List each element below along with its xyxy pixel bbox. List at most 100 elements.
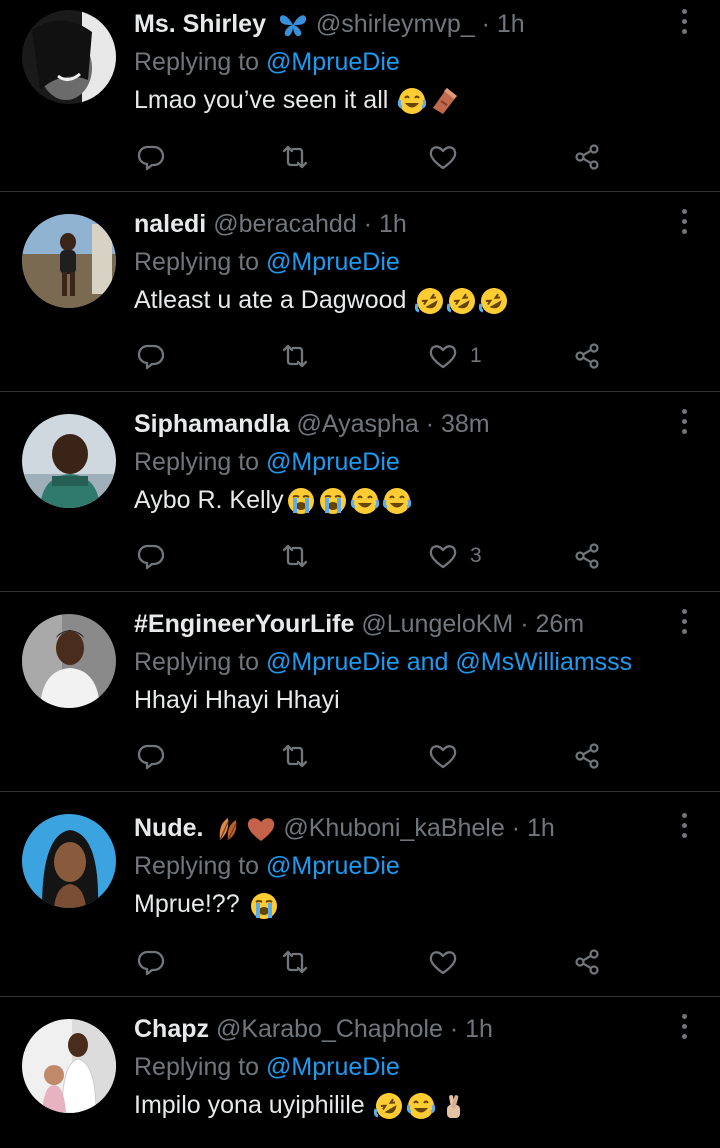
tweet[interactable]: Ms. Shirley @shirleymvp_ · 1h Replying t… [0, 0, 720, 192]
share-button[interactable] [572, 140, 602, 174]
display-name[interactable]: #EngineerYourLife [134, 610, 354, 638]
reply-button[interactable] [136, 539, 166, 573]
separator-dot: · [449, 1015, 459, 1043]
more-icon-dot [681, 822, 687, 828]
share-icon [575, 343, 599, 369]
tweet-actions: 3 [134, 539, 614, 573]
reply-button[interactable] [136, 140, 166, 174]
tweet-text-body: Atleast u ate a Dagwood [134, 286, 407, 314]
mention-link[interactable]: @MsWilliamsss [455, 648, 632, 676]
timestamp[interactable]: 1h [379, 210, 407, 238]
more-icon-dot [681, 418, 687, 424]
replying-to: Replying to @MprueDie [134, 446, 670, 478]
retweet-icon [282, 744, 308, 768]
retweet-icon [282, 544, 308, 568]
display-name[interactable]: Siphamandla [134, 410, 290, 438]
more-options-button[interactable] [676, 1011, 692, 1041]
retweet-button[interactable] [280, 739, 310, 773]
retweet-button[interactable] [280, 339, 310, 373]
more-options-button[interactable] [676, 6, 692, 36]
tweet-header: #EngineerYourLife @LungeloKM · 26m [134, 608, 670, 640]
rofl-emoji-icon [447, 286, 477, 316]
display-name[interactable]: Chapz [134, 1015, 209, 1043]
timestamp[interactable]: 26m [535, 610, 584, 638]
avatar[interactable] [22, 414, 116, 508]
mention-link[interactable]: @MprueDie [266, 1053, 400, 1081]
reply-icon [137, 344, 165, 370]
user-handle[interactable]: @Khuboni_kaBhele [283, 814, 504, 842]
tweet-text: Aybo R. Kelly [134, 483, 670, 517]
sob-emoji-icon [286, 486, 316, 516]
mention-link[interactable]: @MprueDie [266, 248, 400, 276]
retweet-button[interactable] [280, 945, 310, 979]
more-options-button[interactable] [676, 810, 692, 840]
separator-dot: · [520, 610, 529, 638]
retweet-button[interactable] [280, 539, 310, 573]
timestamp[interactable]: 38m [441, 410, 490, 438]
coffin-emoji-icon [429, 86, 459, 116]
avatar[interactable] [22, 1019, 116, 1113]
tweet-actions [134, 945, 614, 979]
like-button[interactable] [428, 140, 470, 174]
replying-to: Replying to @MprueDie [134, 46, 670, 78]
more-icon-dot [681, 832, 687, 838]
more-options-button[interactable] [676, 206, 692, 236]
user-handle[interactable]: @beracahdd [213, 210, 357, 238]
like-button[interactable] [428, 739, 470, 773]
user-handle[interactable]: @Ayaspha [297, 410, 419, 438]
replying-to: Replying to @MprueDie and @MsWilliamsss [134, 646, 670, 678]
avatar[interactable] [22, 814, 116, 908]
display-name[interactable]: Ms. Shirley [134, 10, 266, 38]
like-button[interactable]: 3 [428, 539, 482, 573]
timestamp[interactable]: 1h [497, 10, 525, 38]
tweet[interactable]: naledi @beracahdd · 1h Replying to @Mpru… [0, 192, 720, 392]
user-handle[interactable]: @LungeloKM [361, 610, 513, 638]
avatar[interactable] [22, 214, 116, 308]
user-handle[interactable]: @Karabo_Chaphole [216, 1015, 443, 1043]
tweet[interactable]: Chapz @Karabo_Chaphole · 1h Replying to … [0, 997, 720, 1148]
share-button[interactable] [572, 539, 602, 573]
mention-link[interactable]: @MprueDie [266, 852, 400, 880]
tweet[interactable]: Siphamandla @Ayaspha · 38m Replying to @… [0, 392, 720, 592]
avatar[interactable] [22, 10, 116, 104]
tweet[interactable]: #EngineerYourLife @LungeloKM · 26m Reply… [0, 592, 720, 792]
retweet-button[interactable] [280, 140, 310, 174]
timestamp[interactable]: 1h [527, 814, 555, 842]
user-handle[interactable]: @shirleymvp_ [316, 10, 475, 38]
replying-to: Replying to @MprueDie [134, 850, 670, 882]
more-icon [681, 408, 687, 414]
butterfly-icon [277, 11, 309, 39]
more-icon-dot [681, 628, 687, 634]
more-options-button[interactable] [676, 606, 692, 636]
replying-prefix: Replying to [134, 248, 260, 276]
mention-link[interactable]: @MprueDie [266, 648, 400, 676]
more-icon [681, 8, 687, 14]
sob-emoji-icon [249, 891, 279, 921]
more-options-button[interactable] [676, 406, 692, 436]
display-name[interactable]: Nude. [134, 814, 203, 842]
timestamp[interactable]: 1h [465, 1015, 493, 1043]
like-button[interactable]: 1 [428, 339, 482, 373]
tweet-text: Atleast u ate a Dagwood [134, 283, 670, 317]
mention-link[interactable]: @MprueDie [266, 48, 400, 76]
display-name[interactable]: naledi [134, 210, 206, 238]
reply-button[interactable] [136, 339, 166, 373]
rofl-emoji-icon [373, 1091, 404, 1121]
mention-link[interactable]: @MprueDie [266, 448, 400, 476]
share-button[interactable] [572, 739, 602, 773]
reply-button[interactable] [136, 945, 166, 979]
leaves-icon [214, 814, 244, 844]
separator-dot: · [511, 814, 521, 842]
like-button[interactable] [428, 945, 470, 979]
reply-button[interactable] [136, 739, 166, 773]
joy-emoji-icon [406, 1091, 436, 1121]
mention-joiner: and [406, 648, 449, 676]
retweet-icon [282, 344, 308, 368]
avatar[interactable] [22, 614, 116, 708]
more-icon [681, 208, 687, 214]
like-count: 1 [470, 344, 482, 367]
share-button[interactable] [572, 339, 602, 373]
share-button[interactable] [572, 945, 602, 979]
more-icon [681, 608, 687, 614]
tweet[interactable]: Nude. @Khuboni_kaBhele · 1h Replying to … [0, 792, 720, 997]
